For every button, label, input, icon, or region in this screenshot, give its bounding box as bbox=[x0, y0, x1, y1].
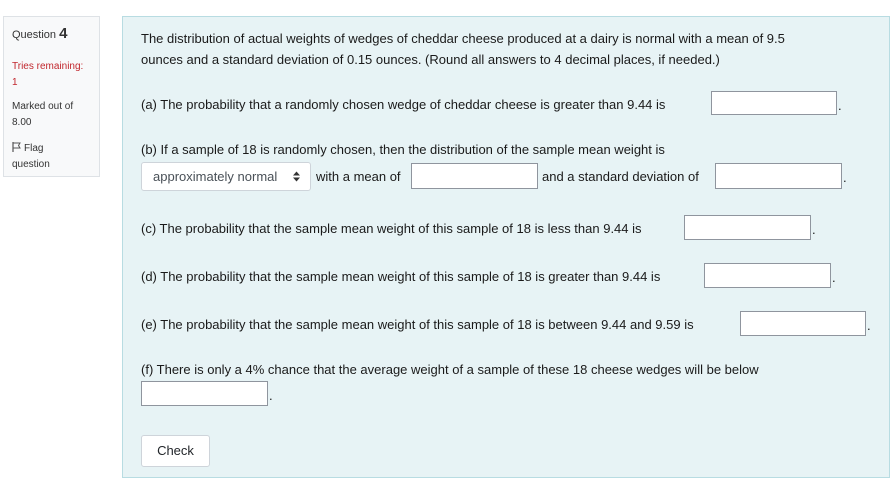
part-e-text: (e) The probability that the sample mean… bbox=[141, 317, 694, 332]
part-f-text: (f) There is only a 4% chance that the a… bbox=[141, 362, 759, 377]
part-f-period: . bbox=[269, 388, 273, 403]
marked-out-of-value: 8.00 bbox=[12, 117, 32, 128]
and-sd-label: and a standard deviation of bbox=[542, 169, 699, 184]
answer-c-input[interactable] bbox=[684, 215, 811, 240]
question-content bbox=[122, 16, 890, 478]
flag-icon bbox=[12, 142, 21, 152]
part-a-period: . bbox=[838, 98, 842, 113]
tries-remaining-label: Tries remaining: bbox=[12, 61, 84, 72]
answer-e-input[interactable] bbox=[740, 311, 866, 336]
question-intro-line2: ounces and a standard deviation of 0.15 … bbox=[141, 52, 720, 67]
part-c-text: (c) The probability that the sample mean… bbox=[141, 221, 642, 236]
part-b-period: . bbox=[843, 170, 847, 185]
answer-a-input[interactable] bbox=[711, 91, 837, 115]
part-a-text: (a) The probability that a randomly chos… bbox=[141, 97, 666, 112]
flag-question-link[interactable]: Flag question bbox=[12, 141, 50, 173]
part-c-period: . bbox=[812, 222, 816, 237]
check-button[interactable]: Check bbox=[141, 435, 210, 467]
question-info-panel: Question 4 Tries remaining: 1 Marked out… bbox=[3, 16, 100, 177]
part-d-text: (d) The probability that the sample mean… bbox=[141, 269, 661, 284]
distribution-selected-value: approximately normal bbox=[153, 169, 278, 184]
answer-f-input[interactable] bbox=[141, 381, 268, 406]
flag-label-line2: question bbox=[12, 159, 50, 170]
question-number: Question 4 bbox=[12, 25, 67, 42]
marked-out-of-label: Marked out of bbox=[12, 101, 74, 112]
tries-remaining-value: 1 bbox=[12, 77, 18, 88]
sample-sd-input[interactable] bbox=[715, 163, 842, 189]
part-b-text: (b) If a sample of 18 is randomly chosen… bbox=[141, 142, 665, 157]
with-mean-label: with a mean of bbox=[316, 169, 401, 184]
question-label: Question bbox=[12, 29, 57, 41]
answer-d-input[interactable] bbox=[704, 263, 831, 288]
question-intro-line1: The distribution of actual weights of we… bbox=[141, 31, 785, 46]
distribution-select[interactable]: approximately normal bbox=[141, 162, 311, 191]
flag-label-line1: Flag bbox=[24, 143, 44, 154]
question-number-value: 4 bbox=[59, 25, 68, 42]
select-arrows-icon bbox=[293, 171, 300, 182]
part-d-period: . bbox=[832, 270, 836, 285]
part-e-period: . bbox=[867, 318, 871, 333]
sample-mean-input[interactable] bbox=[411, 163, 538, 189]
